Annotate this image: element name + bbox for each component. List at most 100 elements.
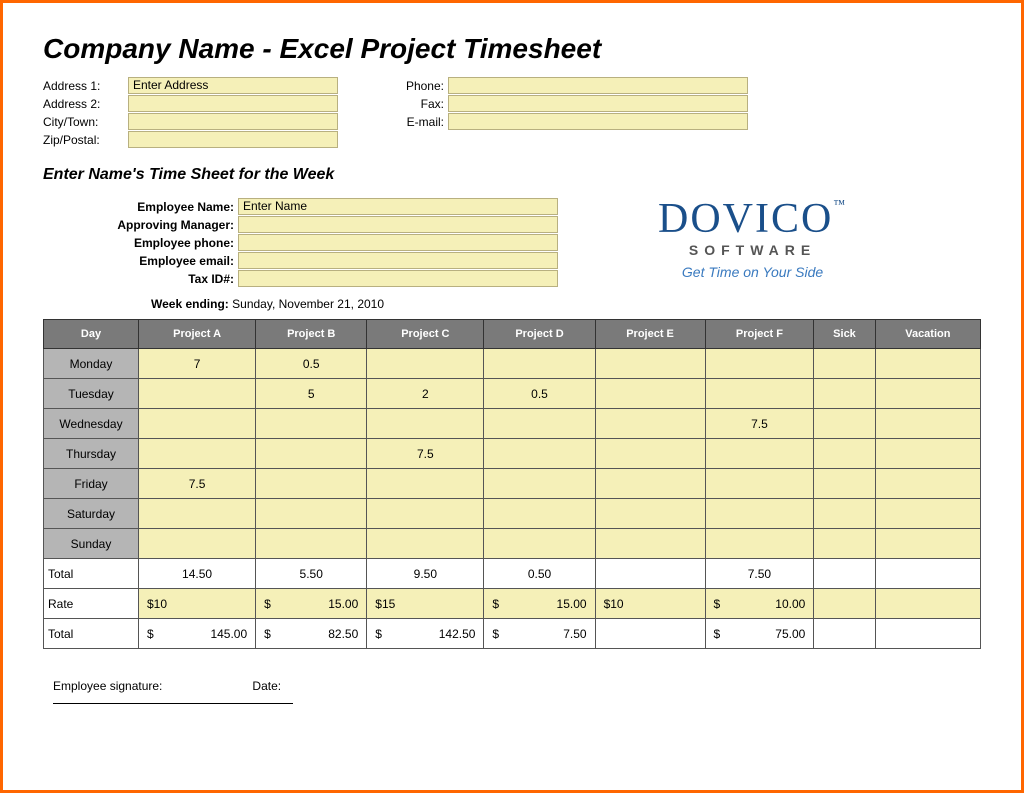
summary-cell: [595, 619, 705, 649]
rate-cell[interactable]: [875, 589, 980, 619]
hours-cell[interactable]: [595, 379, 705, 409]
field-emp-name[interactable]: Enter Name: [238, 198, 558, 215]
hours-cell[interactable]: [705, 499, 814, 529]
week-ending-label: Week ending:: [151, 297, 229, 311]
label-email: E-mail:: [398, 115, 448, 129]
summary-cell: [814, 619, 875, 649]
rate-cell[interactable]: $15.00: [256, 589, 367, 619]
field-city[interactable]: [128, 113, 338, 130]
day-label: Sunday: [44, 529, 139, 559]
summary-cell: $142.50: [367, 619, 484, 649]
hours-cell[interactable]: 7.5: [367, 439, 484, 469]
hours-cell[interactable]: [595, 409, 705, 439]
hours-cell[interactable]: [814, 529, 875, 559]
col-header: Vacation: [875, 320, 980, 349]
hours-cell[interactable]: [875, 499, 980, 529]
field-emp-tax[interactable]: [238, 270, 558, 287]
rate-cell[interactable]: $15.00: [484, 589, 595, 619]
summary-cell: [814, 559, 875, 589]
hours-cell[interactable]: [875, 529, 980, 559]
rate-cell[interactable]: $10: [595, 589, 705, 619]
summary-cell: $75.00: [705, 619, 814, 649]
hours-cell[interactable]: [814, 499, 875, 529]
table-row: Tuesday520.5: [44, 379, 981, 409]
hours-cell[interactable]: [875, 349, 980, 379]
label-address1: Address 1:: [43, 79, 128, 93]
hours-cell[interactable]: [595, 469, 705, 499]
hours-cell[interactable]: [256, 499, 367, 529]
summary-cell: 14.50: [139, 559, 256, 589]
hours-cell[interactable]: [256, 529, 367, 559]
hours-cell[interactable]: [367, 529, 484, 559]
hours-cell[interactable]: [139, 439, 256, 469]
hours-cell[interactable]: [139, 499, 256, 529]
hours-cell[interactable]: 0.5: [484, 379, 595, 409]
brand-block: DOVICO™ SOFTWARE Get Time on Your Side: [658, 198, 847, 280]
hours-cell[interactable]: [705, 439, 814, 469]
hours-cell[interactable]: [875, 469, 980, 499]
hours-cell[interactable]: [484, 499, 595, 529]
hours-cell[interactable]: [595, 349, 705, 379]
summary-cell: 7.50: [705, 559, 814, 589]
hours-cell[interactable]: [256, 409, 367, 439]
hours-cell[interactable]: [484, 469, 595, 499]
hours-cell[interactable]: 7.5: [705, 409, 814, 439]
hours-cell[interactable]: [367, 469, 484, 499]
summary-cell: [875, 559, 980, 589]
hours-cell[interactable]: 7.5: [139, 469, 256, 499]
col-header: Sick: [814, 320, 875, 349]
hours-cell[interactable]: 0.5: [256, 349, 367, 379]
hours-cell[interactable]: 7: [139, 349, 256, 379]
rate-cell[interactable]: $10.00: [705, 589, 814, 619]
hours-cell[interactable]: [139, 409, 256, 439]
hours-cell[interactable]: [139, 529, 256, 559]
brand-subtitle: SOFTWARE: [658, 242, 847, 258]
hours-cell[interactable]: [814, 379, 875, 409]
hours-cell[interactable]: 5: [256, 379, 367, 409]
hours-cell[interactable]: [367, 349, 484, 379]
hours-cell[interactable]: [814, 349, 875, 379]
field-zip[interactable]: [128, 131, 338, 148]
hours-cell[interactable]: [595, 499, 705, 529]
rate-cell[interactable]: $10: [139, 589, 256, 619]
field-email[interactable]: [448, 113, 748, 130]
hours-cell[interactable]: [256, 469, 367, 499]
hours-cell[interactable]: [367, 499, 484, 529]
summary-cell: $7.50: [484, 619, 595, 649]
label-emp-phone: Employee phone:: [43, 236, 238, 250]
hours-cell[interactable]: [595, 529, 705, 559]
field-address1[interactable]: Enter Address: [128, 77, 338, 94]
week-ending-value: Sunday, November 21, 2010: [232, 297, 384, 311]
field-fax[interactable]: [448, 95, 748, 112]
field-emp-manager[interactable]: [238, 216, 558, 233]
hours-cell[interactable]: [814, 409, 875, 439]
field-phone[interactable]: [448, 77, 748, 94]
field-emp-email[interactable]: [238, 252, 558, 269]
hours-cell[interactable]: [705, 379, 814, 409]
hours-cell[interactable]: [705, 349, 814, 379]
hours-cell[interactable]: [139, 379, 256, 409]
field-emp-phone[interactable]: [238, 234, 558, 251]
label-address2: Address 2:: [43, 97, 128, 111]
hours-cell[interactable]: [367, 409, 484, 439]
hours-cell[interactable]: [705, 529, 814, 559]
hours-cell[interactable]: [484, 529, 595, 559]
hours-cell[interactable]: [484, 439, 595, 469]
hours-cell[interactable]: [875, 379, 980, 409]
hours-cell[interactable]: [484, 349, 595, 379]
hours-cell[interactable]: [875, 409, 980, 439]
rate-cell[interactable]: [814, 589, 875, 619]
hours-cell[interactable]: [484, 409, 595, 439]
hours-cell[interactable]: [814, 439, 875, 469]
summary-cell: $82.50: [256, 619, 367, 649]
summary-label: Rate: [44, 589, 139, 619]
hours-cell[interactable]: [595, 439, 705, 469]
rate-cell[interactable]: $15: [367, 589, 484, 619]
hours-cell[interactable]: [705, 469, 814, 499]
hours-cell[interactable]: 2: [367, 379, 484, 409]
hours-cell[interactable]: [814, 469, 875, 499]
hours-cell[interactable]: [875, 439, 980, 469]
timesheet-page: Company Name - Excel Project Timesheet A…: [0, 0, 1024, 793]
hours-cell[interactable]: [256, 439, 367, 469]
field-address2[interactable]: [128, 95, 338, 112]
